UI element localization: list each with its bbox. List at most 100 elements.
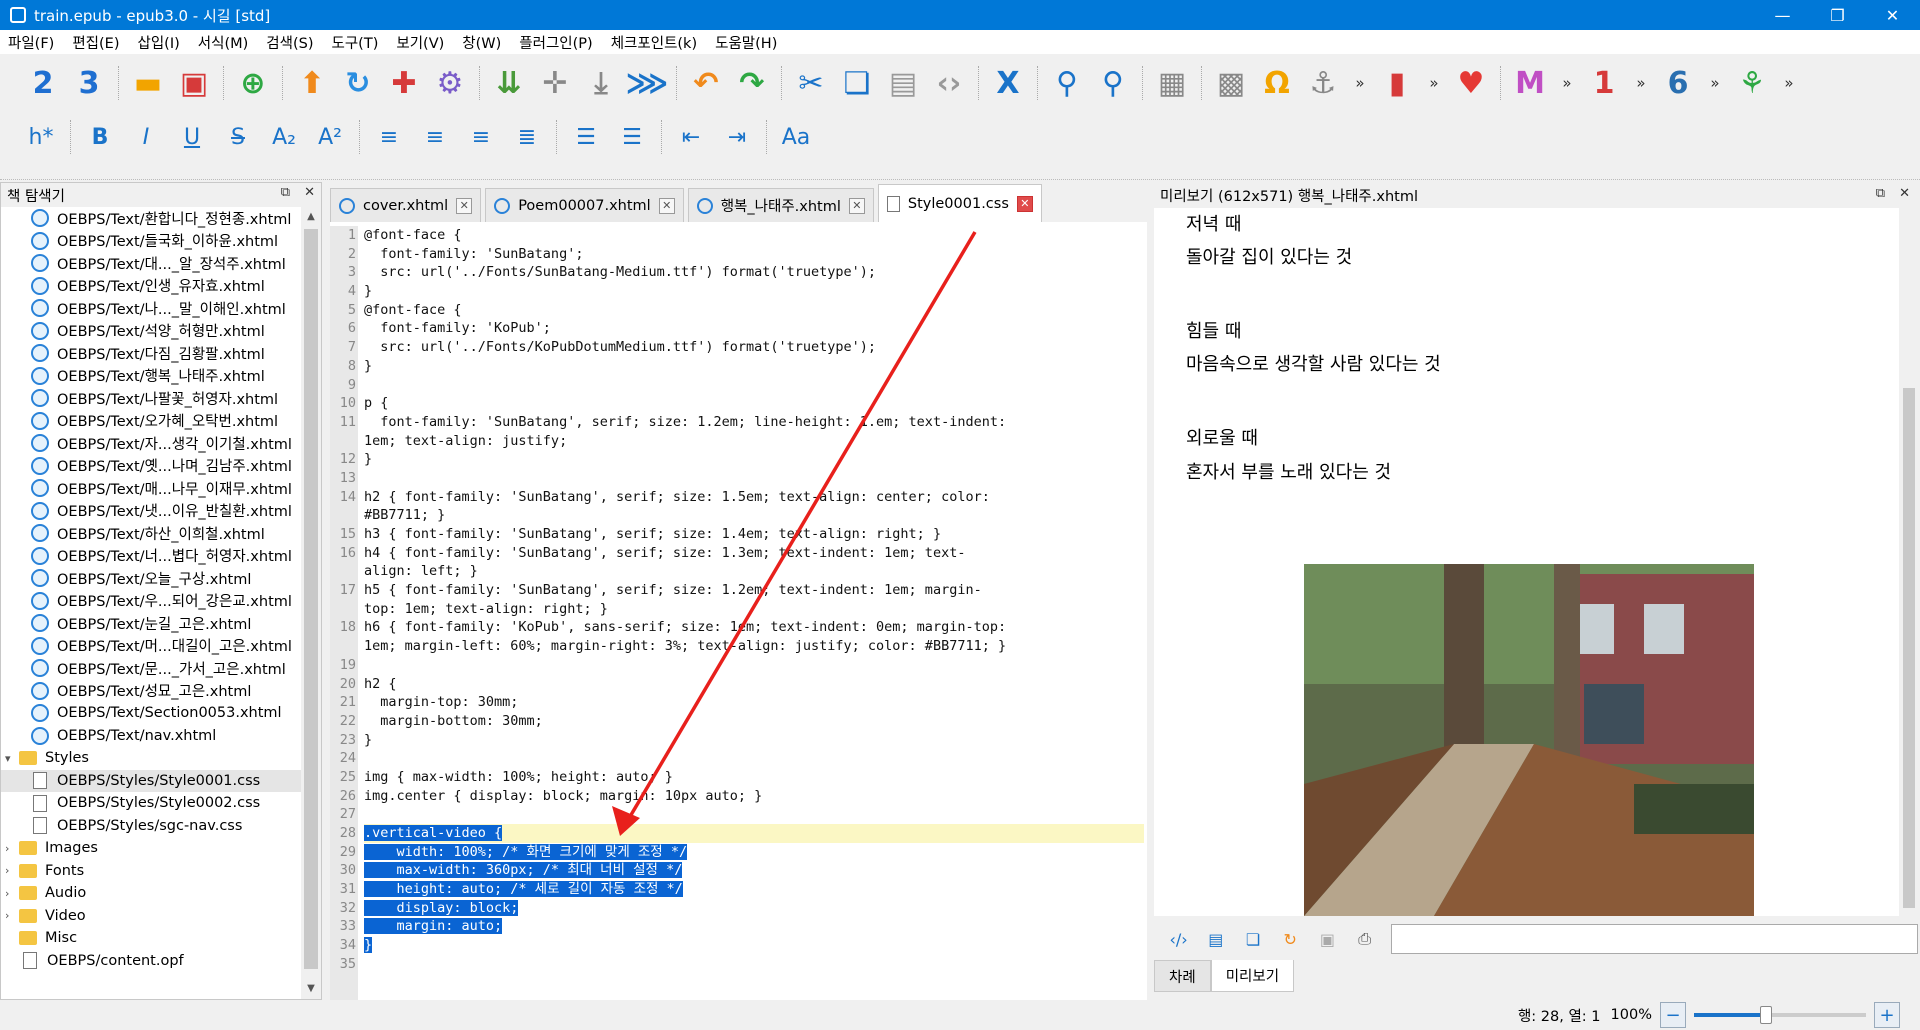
code-line[interactable]: 1em; text-align: justify; — [364, 432, 1144, 451]
zoom-out-button[interactable]: − — [1660, 1002, 1686, 1028]
scroll-down-icon[interactable]: ▼ — [301, 979, 321, 999]
zoom-slider-knob[interactable] — [1760, 1006, 1773, 1024]
insert-down-icon[interactable]: ⤓ — [578, 61, 624, 105]
code-line[interactable]: h5 { font-family: 'SunBatang', serif; si… — [364, 581, 1144, 600]
scroll-thumb[interactable] — [304, 229, 318, 969]
code-line[interactable]: align: left; } — [364, 562, 1144, 581]
close-tab-icon[interactable]: ✕ — [848, 197, 865, 214]
code-line[interactable]: height: auto; /* 세로 길이 자동 조정 */ — [364, 880, 1144, 899]
code-line[interactable]: img { max-width: 100%; height: auto; } — [364, 768, 1144, 787]
tree-item[interactable]: › Images — [1, 837, 301, 860]
tab-preview[interactable]: 미리보기 — [1210, 960, 1295, 992]
code-line[interactable] — [364, 656, 1144, 675]
close-button[interactable]: ✕ — [1865, 0, 1920, 30]
print-icon[interactable]: ⎙ — [1346, 924, 1383, 954]
tree-item[interactable]: › Video — [1, 905, 301, 928]
tree-item[interactable]: OEBPS/Text/대..._알_장석주.xhtml — [1, 252, 301, 275]
copy-icon[interactable]: ❏ — [834, 61, 880, 105]
tree-item[interactable]: OEBPS/Text/옛...나며_김남주.xhtml — [1, 455, 301, 478]
code-line[interactable]: margin: auto; — [364, 917, 1144, 936]
preview-inspector-input[interactable] — [1391, 924, 1918, 954]
code-line[interactable]: width: 100%; /* 화면 크기에 맞게 조정 */ — [364, 843, 1144, 862]
code-line[interactable]: display: block; — [364, 899, 1144, 918]
chevron-right-icon[interactable]: › — [5, 842, 19, 855]
split-icon[interactable]: ▦ — [1149, 61, 1195, 105]
book-3-icon[interactable]: 3 — [66, 61, 112, 105]
tree-item[interactable]: OEBPS/Text/행복_나태주.xhtml — [1, 365, 301, 388]
book-browser-scrollbar[interactable]: ▲ ▼ — [301, 207, 321, 999]
tree-item[interactable]: OEBPS/Text/나..._말_이해인.xhtml — [1, 297, 301, 320]
tree-item[interactable]: OEBPS/Styles/sgc-nav.css — [1, 815, 301, 838]
image-icon[interactable]: ▩ — [1208, 61, 1254, 105]
chevron-right-icon[interactable]: › — [5, 909, 19, 922]
menu-item[interactable]: 체크포인트(k) — [611, 32, 697, 53]
chevron-right-icon[interactable]: › — [5, 887, 19, 900]
add-top-icon[interactable]: ✚ — [381, 61, 427, 105]
code-line[interactable]: @font-face { — [364, 301, 1144, 320]
menu-item[interactable]: 삽입(I) — [138, 32, 180, 53]
bookmark-icon[interactable]: ▮ — [1374, 61, 1420, 105]
tree-item[interactable]: OEBPS/Text/환합니다_정현종.xhtml — [1, 207, 301, 230]
case-icon[interactable]: Aa — [773, 117, 819, 157]
tab-file[interactable]: Poem00007.xhtml ✕ — [485, 188, 684, 222]
code-line[interactable]: } — [364, 936, 1144, 955]
heart-icon[interactable]: ♥ — [1448, 61, 1494, 105]
align-right-icon[interactable]: ≡ — [458, 117, 504, 157]
tree-item[interactable]: OEBPS/Text/nav.xhtml — [1, 725, 301, 748]
zoom-slider[interactable] — [1694, 1006, 1866, 1024]
tree-item[interactable]: OEBPS/Text/눈길_고은.xhtml — [1, 612, 301, 635]
menu-item[interactable]: 파일(F) — [8, 32, 54, 53]
search-icon[interactable]: ⚲ — [1044, 61, 1090, 105]
code-line[interactable]: 1em; margin-left: 60%; margin-right: 3%;… — [364, 637, 1144, 656]
tree-item[interactable]: ▾ Styles — [1, 747, 301, 770]
code-line[interactable]: @font-face { — [364, 226, 1144, 245]
menu-item[interactable]: 플러그인(P) — [519, 32, 592, 53]
code-line[interactable]: #BB7711; } — [364, 506, 1144, 525]
italic-icon[interactable]: I — [123, 117, 169, 157]
menu-item[interactable]: 보기(V) — [396, 32, 444, 53]
code-icon[interactable]: ‹› — [926, 61, 972, 105]
gear-icon[interactable]: ⚙ — [427, 61, 473, 105]
tree-item[interactable]: OEBPS/Text/너...볍다_허영자.xhtml — [1, 545, 301, 568]
tree-item[interactable]: OEBPS/content.opf — [1, 950, 301, 973]
code-line[interactable]: h2 { — [364, 675, 1144, 694]
float-panel-icon[interactable]: ⧉ — [281, 185, 290, 200]
code-line[interactable]: top: 1em; text-align: right; } — [364, 600, 1144, 619]
tab-file[interactable]: cover.xhtml ✕ — [330, 188, 482, 222]
align-center-icon[interactable]: ≡ — [412, 117, 458, 157]
insert-plus-icon[interactable]: ✛ — [532, 61, 578, 105]
close-panel-icon[interactable]: ✕ — [304, 185, 315, 200]
menu-item[interactable]: 편집(E) — [72, 32, 119, 53]
float-panel-icon[interactable]: ⧉ — [1876, 186, 1885, 201]
tree-item[interactable]: › Audio — [1, 882, 301, 905]
copy-view-icon[interactable]: ❏ — [1234, 924, 1271, 954]
code-line[interactable]: } — [364, 282, 1144, 301]
close-tab-icon[interactable]: ✕ — [658, 197, 675, 214]
book-2-icon[interactable]: 2 — [20, 61, 66, 105]
code-line[interactable] — [364, 749, 1144, 768]
heading-icon[interactable]: h* — [18, 117, 64, 157]
m-icon[interactable]: M — [1507, 61, 1553, 105]
code-line[interactable]: h2 { font-family: 'SunBatang', serif; si… — [364, 488, 1144, 507]
code-line[interactable]: src: url('../Fonts/KoPubDotumMedium.ttf'… — [364, 338, 1144, 357]
tree-item[interactable]: OEBPS/Text/성묘_고은.xhtml — [1, 680, 301, 703]
tree-item[interactable]: OEBPS/Text/우...되어_강은교.xhtml — [1, 590, 301, 613]
tree-item[interactable]: OEBPS/Styles/Style0002.css — [1, 792, 301, 815]
code-line[interactable]: src: url('../Fonts/SunBatang-Medium.ttf'… — [364, 263, 1144, 282]
align-left-icon[interactable]: ≡ — [366, 117, 412, 157]
maximize-button[interactable]: ❐ — [1810, 0, 1865, 30]
tree-item[interactable]: OEBPS/Text/냇...이유_반칠환.xhtml — [1, 500, 301, 523]
chevron-down-icon[interactable]: ▾ — [5, 752, 19, 765]
x-check-icon[interactable]: X — [985, 61, 1031, 105]
close-tab-icon[interactable]: ✕ — [1016, 195, 1033, 212]
code-line[interactable]: margin-top: 30mm; — [364, 693, 1144, 712]
code-line[interactable]: font-family: 'KoPub'; — [364, 319, 1144, 338]
tree-item[interactable]: OEBPS/Text/석양_허형만.xhtml — [1, 320, 301, 343]
undo-icon[interactable]: ↶ — [683, 61, 729, 105]
code-line[interactable]: h4 { font-family: 'SunBatang', serif; si… — [364, 544, 1144, 563]
strikethrough-icon[interactable]: S — [215, 117, 261, 157]
code-line[interactable] — [364, 376, 1144, 395]
menu-item[interactable]: 도구(T) — [332, 32, 379, 53]
refresh-icon[interactable]: ↻ — [335, 61, 381, 105]
cut-icon[interactable]: ✂ — [788, 61, 834, 105]
